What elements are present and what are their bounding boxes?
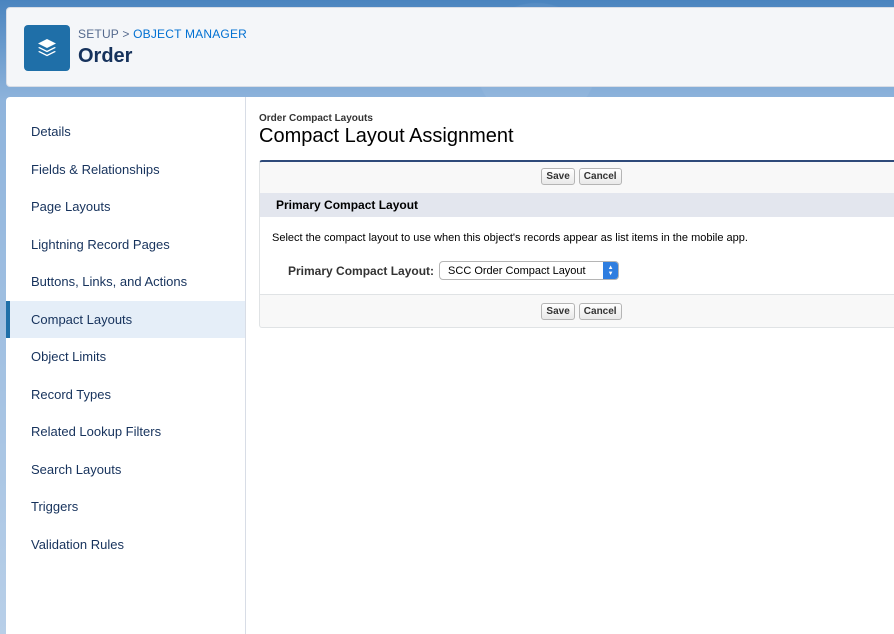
breadcrumb-separator: > — [122, 27, 130, 41]
sidebar-item-related-lookup-filters[interactable]: Related Lookup Filters — [6, 413, 245, 451]
sidebar-item-search-layouts[interactable]: Search Layouts — [6, 451, 245, 489]
sidebar-item-page-layouts[interactable]: Page Layouts — [6, 188, 245, 226]
breadcrumb-object-manager-link[interactable]: OBJECT MANAGER — [133, 27, 247, 41]
sidebar: Details Fields & Relationships Page Layo… — [6, 97, 246, 634]
layers-icon — [24, 25, 70, 71]
breadcrumb-setup: SETUP — [78, 27, 119, 41]
sidebar-item-lightning-record-pages[interactable]: Lightning Record Pages — [6, 226, 245, 264]
top-button-row: Save Cancel — [260, 162, 894, 190]
breadcrumb: SETUP > OBJECT MANAGER — [78, 27, 247, 41]
sidebar-item-details[interactable]: Details — [6, 113, 245, 151]
page-title: Order — [78, 45, 133, 67]
sidebar-item-validation-rules[interactable]: Validation Rules — [6, 526, 245, 564]
section-header: Primary Compact Layout — [260, 193, 894, 217]
content-area: Order Compact Layouts Compact Layout Ass… — [259, 97, 894, 328]
help-text: Select the compact layout to use when th… — [272, 232, 748, 244]
cancel-button-bottom[interactable]: Cancel — [578, 302, 622, 320]
sidebar-item-fields-relationships[interactable]: Fields & Relationships — [6, 151, 245, 189]
save-button-top[interactable]: Save — [541, 167, 575, 185]
select-value: SCC Order Compact Layout — [448, 264, 586, 277]
assignment-form: Save Cancel Primary Compact Layout Selec… — [259, 160, 894, 328]
cancel-button-top[interactable]: Cancel — [578, 167, 622, 185]
main-panel: Details Fields & Relationships Page Layo… — [6, 97, 894, 634]
primary-compact-layout-label: Primary Compact Layout: — [288, 263, 435, 278]
sidebar-item-triggers[interactable]: Triggers — [6, 488, 245, 526]
content-breadcrumb: Order Compact Layouts — [259, 113, 373, 124]
save-button-bottom[interactable]: Save — [541, 302, 575, 320]
sidebar-item-compact-layouts[interactable]: Compact Layouts — [6, 300, 245, 338]
content-title: Compact Layout Assignment — [259, 125, 514, 147]
sidebar-item-record-types[interactable]: Record Types — [6, 376, 245, 414]
field-row: Primary Compact Layout: SCC Order Compac… — [272, 261, 891, 280]
select-arrows-icon: ▲ ▼ — [603, 262, 619, 279]
sidebar-item-buttons-links-actions[interactable]: Buttons, Links, and Actions — [6, 263, 245, 301]
sidebar-list: Details Fields & Relationships Page Layo… — [6, 97, 245, 563]
page-header: SETUP > OBJECT MANAGER Order — [6, 7, 894, 87]
bottom-button-row: Save Cancel — [260, 294, 894, 327]
section-body: Select the compact layout to use when th… — [260, 217, 894, 294]
primary-compact-layout-select[interactable]: SCC Order Compact Layout ▲ ▼ — [439, 261, 620, 280]
sidebar-item-object-limits[interactable]: Object Limits — [6, 338, 245, 376]
